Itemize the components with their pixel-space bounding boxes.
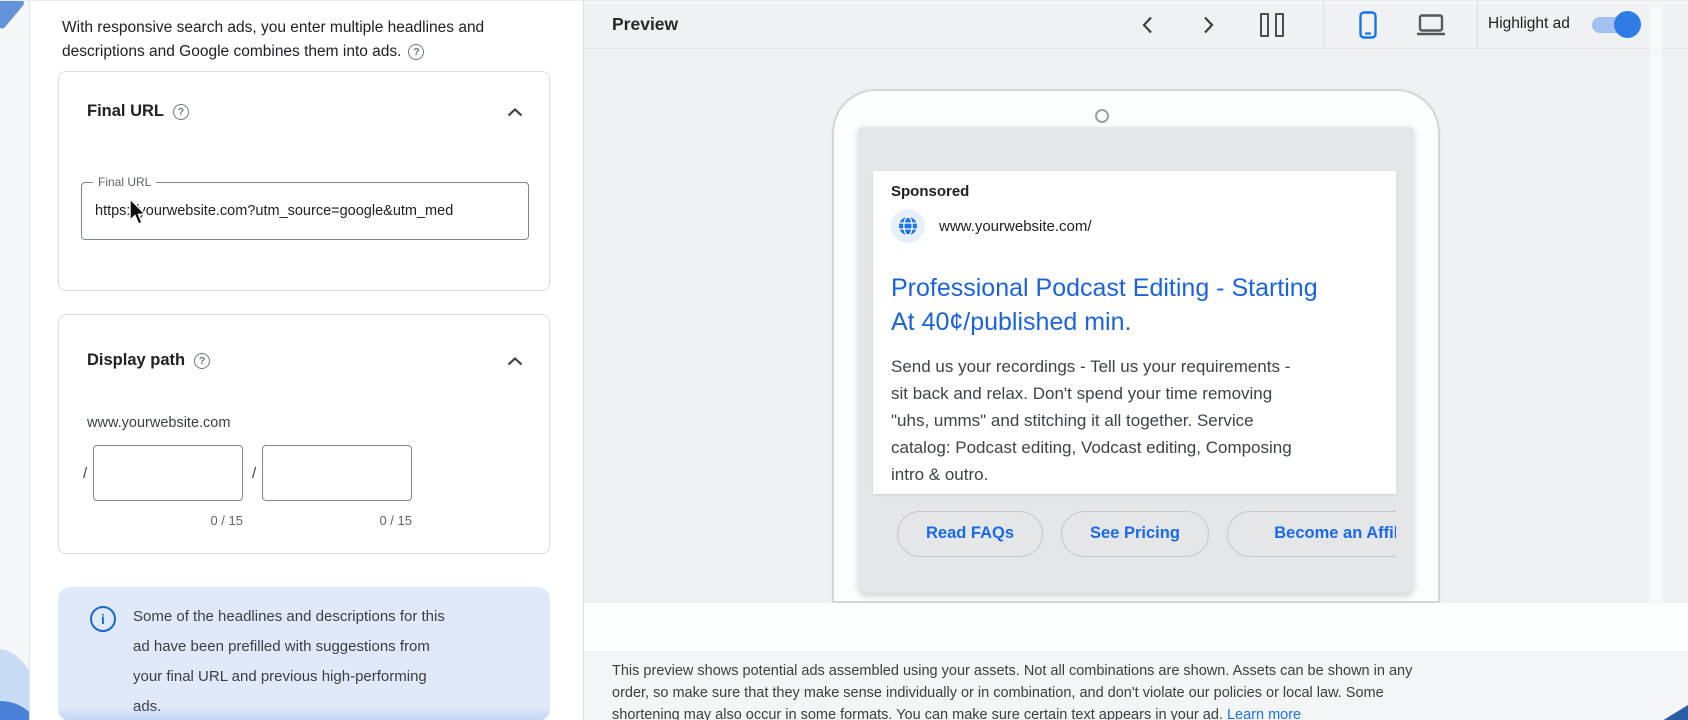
preview-title: Preview [612,14,678,35]
ad-description: Send us your recordings - Tell us your r… [891,353,1353,488]
left-rail [0,1,30,720]
ad-preview-card: Sponsored www.yourwebsite.com/ Professio… [873,171,1396,494]
chevron-right-icon [1203,16,1214,34]
disclaimer-line-2: order, so make sure that they make sense… [612,682,1520,704]
pause-icon [1260,13,1284,37]
disclaimer-line-3: shortening may also occur in some format… [612,707,1223,720]
help-icon[interactable]: ? [173,104,189,120]
site-favicon [891,209,925,243]
chevron-up-icon [507,108,523,117]
mobile-preview-button[interactable] [1352,9,1384,41]
preview-panel: Preview [584,1,1688,720]
sponsored-label: Sponsored [891,183,969,200]
path-1-char-counter: 0 / 15 [93,513,243,528]
intro-text: With responsive search ads, you enter mu… [62,16,548,64]
learn-more-link[interactable]: Learn more [1227,707,1301,720]
collapse-display-path-button[interactable] [503,349,527,373]
intro-line-1: With responsive search ads, you enter mu… [62,16,548,40]
desktop-preview-button[interactable] [1415,9,1447,41]
help-icon[interactable]: ? [408,44,424,60]
path-separator: / [252,465,256,482]
mouse-cursor [127,198,149,226]
path-2-char-counter: 0 / 15 [262,513,412,528]
collapse-final-url-button[interactable] [503,100,527,124]
laptop-icon [1416,14,1446,36]
ad-button-become-affiliate[interactable]: Become an Affiliat [1227,511,1396,557]
info-icon: i [90,606,116,632]
chevron-up-icon [507,357,523,366]
highlight-ad-toggle-knob[interactable] [1614,11,1641,38]
phone-camera-dot [1095,109,1109,123]
display-path-input-2[interactable] [262,445,412,501]
ad-asset-buttons: Read FAQs See Pricing Become an Affiliat [873,511,1396,559]
ad-button-read-faqs[interactable]: Read FAQs [897,511,1043,557]
display-path-title: Display path [87,351,185,370]
prefill-info-banner: i Some of the headlines and descriptions… [58,587,550,720]
preview-header: Preview [584,1,1688,49]
ad-headline: Professional Podcast Editing - StartingA… [891,271,1357,339]
prefill-info-text: Some of the headlines and descriptions f… [133,602,533,720]
ad-display-url: www.yourwebsite.com/ [939,218,1092,235]
app-window: With responsive search ads, you enter mu… [0,0,1688,720]
ad-editor-panel: With responsive search ads, you enter mu… [30,1,584,720]
final-url-input-value: https://yourwebsite.com?utm_source=googl… [95,183,522,239]
path-separator: / [83,465,87,482]
next-ad-button[interactable] [1192,9,1224,41]
header-divider [1477,1,1478,49]
final-url-title: Final URL [87,102,164,121]
final-url-card: Final URL ? Final URL https://yourwebsit… [58,71,550,291]
help-icon[interactable]: ? [194,353,210,369]
previous-ad-button[interactable] [1131,9,1163,41]
mobile-phone-icon [1359,11,1377,39]
chevron-left-icon [1142,16,1153,34]
highlight-ad-label: Highlight ad [1488,15,1570,33]
intro-line-2: descriptions and Google combines them in… [62,40,401,64]
preview-bottom-band [584,603,1688,651]
globe-icon [898,216,918,236]
header-divider [1323,1,1324,49]
ad-button-see-pricing[interactable]: See Pricing [1061,511,1209,557]
display-path-input-1[interactable] [93,445,243,501]
display-path-base-url: www.yourwebsite.com [87,415,230,431]
background-decoration-top [0,1,26,30]
preview-disclaimer: This preview shows potential ads assembl… [584,651,1688,720]
pause-preview-button[interactable] [1256,9,1288,41]
disclaimer-line-1: This preview shows potential ads assembl… [612,660,1520,682]
display-path-card: Display path ? www.yourwebsite.com / / 0… [58,314,550,554]
